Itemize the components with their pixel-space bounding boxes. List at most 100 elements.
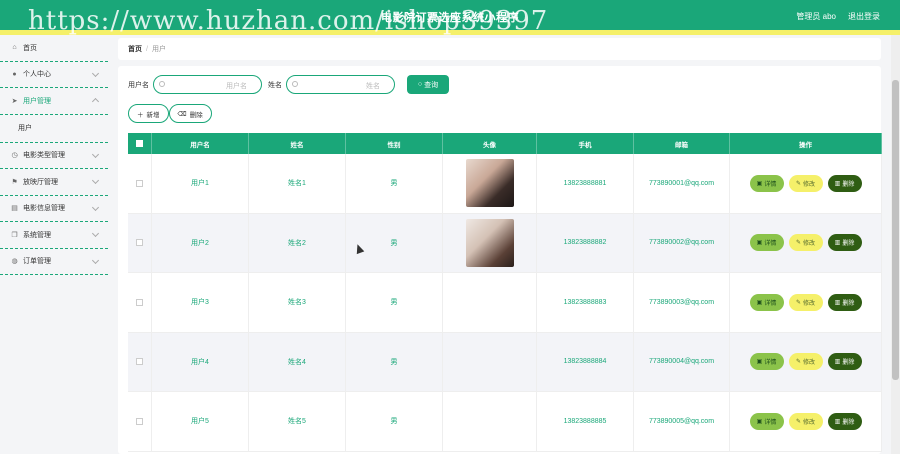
detail-button[interactable]: ▣ 详情 bbox=[749, 174, 784, 192]
edit-label: 修改 bbox=[803, 419, 816, 426]
sidebar-subitem-users[interactable]: 用户 bbox=[0, 115, 108, 143]
chevron-down-icon bbox=[91, 256, 100, 264]
detail-label: 详情 bbox=[764, 360, 777, 367]
sidebar-item-orders[interactable]: ◍ 订单管理 bbox=[0, 249, 108, 275]
row-checkbox[interactable] bbox=[136, 239, 143, 247]
detail-button[interactable]: ▣ 详情 bbox=[749, 234, 784, 252]
sidebar-item-hall[interactable]: ⚑ 放映厅管理 bbox=[0, 169, 108, 196]
sidebar-item-system[interactable]: ❐ 系统管理 bbox=[0, 222, 108, 249]
edit-icon: ✎ bbox=[795, 418, 801, 425]
username-search-input[interactable]: 用户名 bbox=[153, 75, 262, 94]
operations-cell: ▣ 详情 ✎ 修改 ▥ 删除 bbox=[730, 392, 882, 451]
detail-label: 详情 bbox=[764, 241, 777, 248]
avatar-cell bbox=[443, 392, 537, 451]
email-cell: 773890001@qq.com bbox=[634, 154, 730, 213]
phone-cell: 13823888884 bbox=[537, 332, 634, 391]
gender-cell: 男 bbox=[346, 154, 443, 213]
phone-cell: 13823888882 bbox=[537, 213, 634, 272]
detail-icon: ▣ bbox=[756, 240, 763, 247]
edit-button[interactable]: ✎ 修改 bbox=[788, 353, 823, 371]
username-cell: 用户1 bbox=[152, 154, 249, 213]
header-checkbox-cell bbox=[128, 133, 152, 154]
phone-cell: 13823888881 bbox=[537, 154, 634, 213]
sidebar-item-user-management[interactable]: ➤ 用户管理 bbox=[0, 88, 108, 115]
sidebar-item-label: 个人中心 bbox=[23, 71, 51, 79]
phone-cell: 13823888883 bbox=[537, 273, 634, 332]
row-checkbox[interactable] bbox=[136, 298, 143, 306]
delete-label: 删除 bbox=[842, 300, 855, 307]
page-scrollbar[interactable] bbox=[891, 35, 900, 454]
edit-icon: ✎ bbox=[795, 240, 801, 247]
column-header: 头像 bbox=[443, 133, 537, 154]
logout-link[interactable]: 退出登录 bbox=[848, 11, 880, 22]
sidebar-item-label: 电影类型管理 bbox=[23, 152, 65, 160]
scrollbar-thumb[interactable] bbox=[892, 80, 899, 380]
sidebar-item-label: 放映厅管理 bbox=[23, 178, 58, 186]
breadcrumb-area: 首页 / 用户 bbox=[118, 38, 881, 60]
delete-button[interactable]: ▥ 删除 bbox=[827, 174, 862, 192]
gender-cell: 男 bbox=[346, 273, 443, 332]
row-checkbox[interactable] bbox=[136, 179, 143, 187]
column-header[interactable]: 姓名 bbox=[249, 133, 346, 154]
edit-button[interactable]: ✎ 修改 bbox=[788, 174, 823, 192]
column-header[interactable]: 邮箱 bbox=[634, 133, 730, 154]
detail-label: 详情 bbox=[764, 181, 777, 188]
clock-icon: ◷ bbox=[11, 152, 18, 160]
name-search-input[interactable]: 姓名 bbox=[286, 75, 395, 94]
breadcrumb-home[interactable]: 首页 bbox=[128, 44, 142, 54]
edit-button[interactable]: ✎ 修改 bbox=[788, 412, 823, 430]
search-button[interactable]: ○ 查询 bbox=[407, 75, 449, 94]
chevron-up-icon bbox=[91, 97, 100, 106]
edit-label: 修改 bbox=[803, 241, 816, 248]
table-row: 用户5 姓名5 男 13823888885 773890005@qq.com ▣… bbox=[128, 392, 882, 452]
sidebar-item-movie-type[interactable]: ◷ 电影类型管理 bbox=[0, 143, 108, 169]
detail-button[interactable]: ▣ 详情 bbox=[749, 412, 784, 430]
row-checkbox-cell bbox=[128, 332, 152, 391]
plus-icon: ＋ bbox=[137, 111, 144, 119]
email-cell: 773890005@qq.com bbox=[634, 392, 730, 451]
delete-label: 删除 bbox=[842, 181, 855, 188]
trash-icon: ⌫ bbox=[177, 110, 187, 118]
gender-cell: 男 bbox=[346, 392, 443, 451]
row-checkbox-cell bbox=[128, 392, 152, 451]
column-header: 操作 bbox=[730, 133, 882, 154]
edit-label: 修改 bbox=[803, 300, 816, 307]
sidebar-item-profile[interactable]: ● 个人中心 bbox=[0, 62, 108, 88]
name-cell: 姓名4 bbox=[249, 332, 346, 391]
column-header[interactable]: 性别 bbox=[346, 133, 443, 154]
delete-label: 删除 bbox=[842, 360, 855, 367]
edit-label: 修改 bbox=[803, 360, 816, 367]
delete-button[interactable]: ▥ 删除 bbox=[827, 353, 862, 371]
username-cell: 用户3 bbox=[152, 273, 249, 332]
add-button[interactable]: ＋ 新增 bbox=[128, 104, 169, 123]
breadcrumb-current: 用户 bbox=[151, 46, 166, 53]
detail-button[interactable]: ▣ 详情 bbox=[749, 293, 784, 311]
avatar bbox=[465, 159, 514, 208]
detail-icon: ▣ bbox=[756, 359, 763, 366]
edit-button[interactable]: ✎ 修改 bbox=[788, 234, 823, 252]
column-header[interactable]: 用户名 bbox=[152, 133, 249, 154]
sidebar-item-home[interactable]: ⌂ 首页 bbox=[0, 35, 108, 62]
copy-icon: ❐ bbox=[11, 231, 18, 239]
edit-button[interactable]: ✎ 修改 bbox=[788, 293, 823, 311]
delete-button[interactable]: ▥ 删除 bbox=[827, 293, 862, 311]
table-row: 用户2 姓名2 男 13823888882 773890002@qq.com ▣… bbox=[128, 213, 882, 273]
delete-button[interactable]: ▥ 删除 bbox=[827, 234, 862, 252]
username-placeholder: 用户名 bbox=[226, 83, 247, 90]
detail-button[interactable]: ▣ 详情 bbox=[749, 353, 784, 371]
avatar bbox=[465, 218, 514, 267]
row-checkbox[interactable] bbox=[136, 358, 143, 366]
app-title: 电影院订票选座系统小程序 bbox=[381, 12, 519, 24]
select-all-checkbox[interactable] bbox=[136, 140, 143, 147]
delete-button[interactable]: ▥ 删除 bbox=[827, 412, 862, 430]
sidebar-item-movie-info[interactable]: ▤ 电影信息管理 bbox=[0, 196, 108, 222]
top-bar-accent bbox=[0, 30, 900, 35]
chevron-down-icon bbox=[91, 229, 100, 238]
admin-user-label[interactable]: 管理员 abo bbox=[796, 11, 836, 22]
row-checkbox[interactable] bbox=[136, 417, 143, 425]
content-panel: 用户名 用户名 姓名 姓名 ○ 查询 ＋ 新增 ⌫ 删除 用户名 姓名 性别 头… bbox=[118, 66, 882, 454]
email-cell: 773890002@qq.com bbox=[634, 213, 730, 272]
flag-icon: ⚑ bbox=[11, 178, 18, 186]
bulk-delete-button[interactable]: ⌫ 删除 bbox=[168, 104, 212, 123]
column-header[interactable]: 手机 bbox=[537, 133, 634, 154]
